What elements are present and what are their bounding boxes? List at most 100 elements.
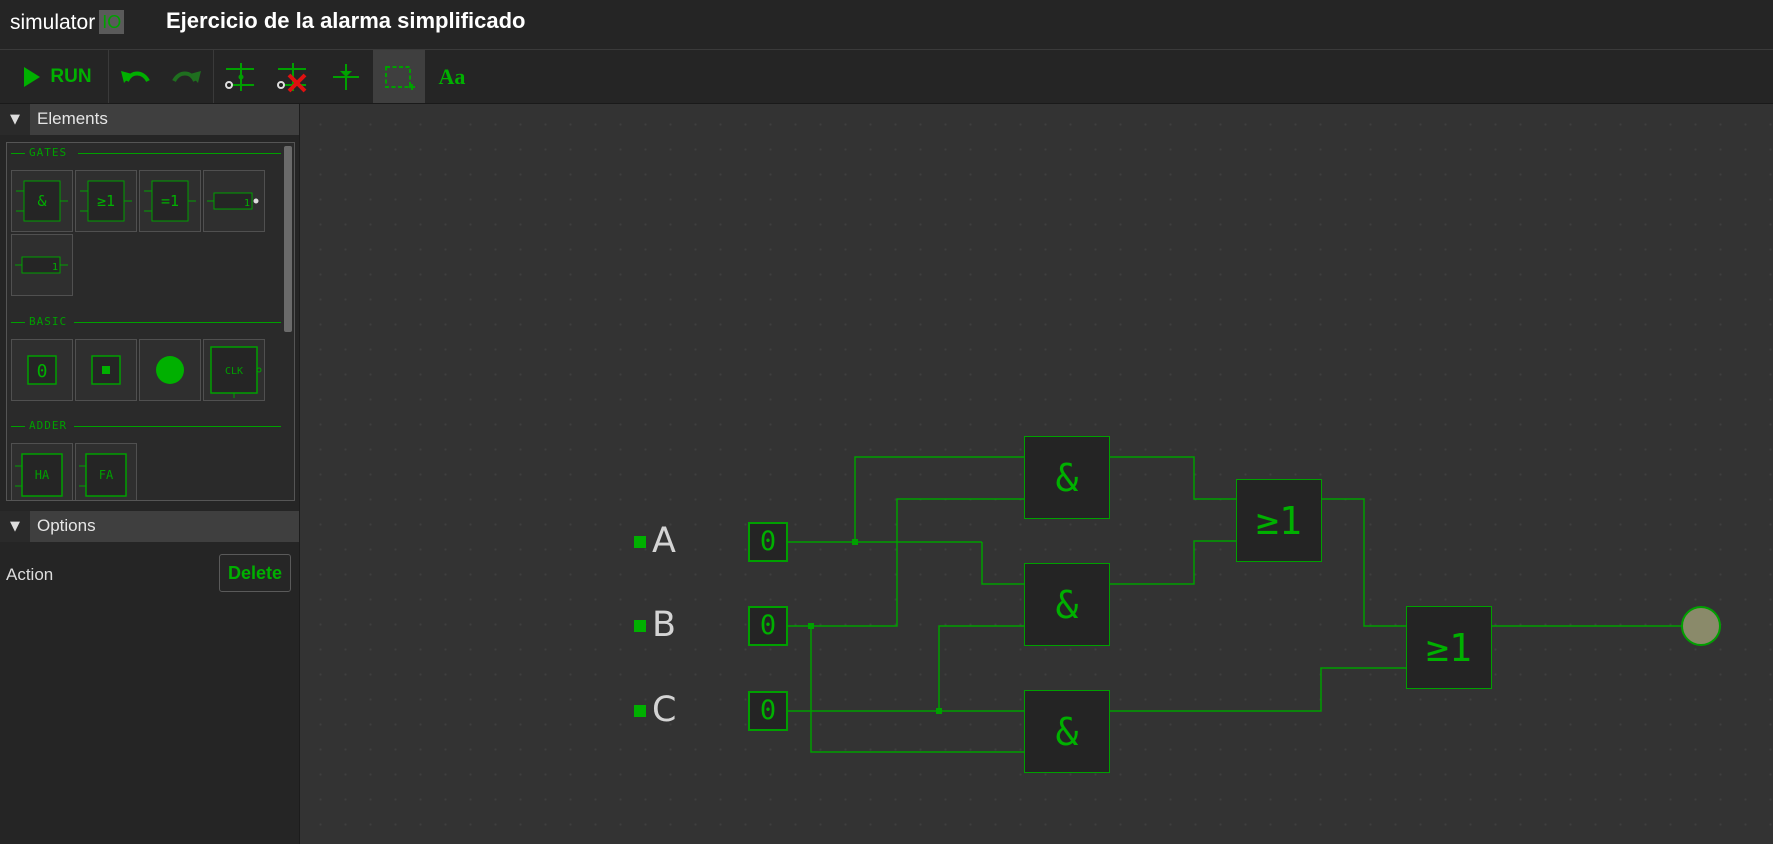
run-label: RUN <box>50 65 92 87</box>
tile-label: 0 <box>37 361 48 382</box>
palette-button[interactable] <box>75 339 137 401</box>
input-connector-a[interactable] <box>634 536 646 548</box>
section-gates-label: GATES <box>29 146 68 159</box>
redo-button[interactable] <box>162 50 212 103</box>
push-button-icon <box>91 355 121 385</box>
junction-dot <box>936 708 942 714</box>
wire-and1-or1[interactable] <box>1110 456 1236 500</box>
text-button[interactable]: Aa <box>427 50 477 103</box>
or-gate-1[interactable]: ≥1 <box>1236 479 1322 562</box>
section-basic-label: BASIC <box>29 315 68 328</box>
title-bar: simulator IO Ejercicio de la alarma simpl… <box>0 0 1773 50</box>
palette-and-gate[interactable]: & <box>11 170 73 232</box>
clock-icon: CLK <box>210 346 262 398</box>
elements-panel-header[interactable]: ▼ Elements <box>0 104 299 135</box>
tile-label: 1 <box>244 198 250 209</box>
not-gate-icon: 1 <box>207 192 259 210</box>
palette-not-gate[interactable]: 1 <box>203 170 265 232</box>
wire-b-and1[interactable] <box>788 498 1024 627</box>
wire-b-and3[interactable] <box>810 626 1024 753</box>
wire-junction-button[interactable] <box>321 50 371 103</box>
collapse-icon[interactable]: ▼ <box>0 104 30 135</box>
options-title: Options <box>37 516 96 535</box>
palette-buffer-gate[interactable]: 1 <box>11 234 73 296</box>
junction-dot <box>808 623 814 629</box>
palette-clock[interactable]: CLK <box>203 339 265 401</box>
palette-xor-gate[interactable]: =1 <box>139 170 201 232</box>
junction-icon <box>333 63 359 90</box>
undo-icon <box>121 70 150 83</box>
wire-and3-or2[interactable] <box>1110 667 1406 712</box>
input-label-a[interactable]: A <box>652 521 676 561</box>
brand-name: simulator <box>10 11 96 34</box>
switch-c[interactable]: 0 <box>748 691 788 731</box>
full-adder-icon: FA <box>79 453 127 497</box>
play-icon <box>24 66 41 87</box>
circuit-canvas[interactable]: A B C 0 0 0 & & & ≥1 ≥1 <box>300 104 1773 844</box>
or-gate-2[interactable]: ≥1 <box>1406 606 1492 689</box>
app-logo[interactable]: simulator IO <box>10 10 125 35</box>
redo-icon <box>172 70 201 83</box>
buffer-gate-icon: 1 <box>15 256 68 274</box>
wire-or1-or2[interactable] <box>1322 498 1406 627</box>
tile-label: 1 <box>52 262 58 273</box>
delete-button[interactable]: Delete <box>219 554 291 592</box>
project-title[interactable]: Ejercicio de la alarma simplificado <box>166 8 526 34</box>
section-basic: BASIC <box>11 315 281 329</box>
junction-dot <box>852 539 858 545</box>
collapse-icon[interactable]: ▼ <box>0 511 30 542</box>
and-gate-icon: & <box>16 180 68 222</box>
wire-delete-icon <box>277 62 307 92</box>
toolbar: RUN Aa <box>0 50 1773 104</box>
switch-a[interactable]: 0 <box>748 522 788 562</box>
tile-label: =1 <box>161 192 179 210</box>
selection-icon <box>385 65 415 90</box>
palette-full-adder[interactable]: FA <box>75 443 137 500</box>
and-gate-2[interactable]: & <box>1024 563 1110 646</box>
wire-add-icon <box>225 62 254 91</box>
input-label-b[interactable]: B <box>652 605 676 645</box>
wire-c-and2[interactable] <box>938 625 1024 711</box>
options-panel-header[interactable]: ▼ Options <box>0 511 299 542</box>
switch-b[interactable]: 0 <box>748 606 788 646</box>
input-connector-c[interactable] <box>634 705 646 717</box>
toolbar-separator <box>108 50 109 103</box>
xor-gate-icon: =1 <box>144 180 196 222</box>
and-gate-1[interactable]: & <box>1024 436 1110 519</box>
section-gates: GATES <box>11 146 281 160</box>
output-lamp[interactable] <box>1681 606 1721 646</box>
input-connector-b[interactable] <box>634 620 646 632</box>
and-gate-3[interactable]: & <box>1024 690 1110 773</box>
half-adder-icon: HA <box>15 453 63 497</box>
wire-a-and2[interactable] <box>981 542 1024 585</box>
add-connection-button[interactable] <box>215 50 265 103</box>
palette-scrollbar[interactable] <box>284 146 292 332</box>
tile-label: ≥1 <box>97 192 115 210</box>
tile-label: CLK <box>225 366 243 377</box>
palette-switch[interactable]: 0 <box>11 339 73 401</box>
action-label: Action <box>6 565 54 584</box>
brand-badge: IO <box>99 10 125 34</box>
elements-palette: GATES & ≥1 =1 1 1 BASIC 0 CLK ADDER HA F… <box>6 142 295 501</box>
or-gate-icon: ≥1 <box>80 180 132 222</box>
tile-label: HA <box>35 468 50 482</box>
wire-and2-or1[interactable] <box>1110 540 1236 585</box>
input-label-c[interactable]: C <box>652 690 676 730</box>
sidebar: ▼ Elements GATES & ≥1 =1 1 1 BASIC 0 CLK… <box>0 104 300 844</box>
palette-half-adder[interactable]: HA <box>11 443 73 500</box>
tile-label: FA <box>99 468 114 482</box>
elements-title: Elements <box>37 109 108 128</box>
run-button[interactable]: RUN <box>8 50 106 103</box>
section-adder-label: ADDER <box>29 419 68 432</box>
palette-or-gate[interactable]: ≥1 <box>75 170 137 232</box>
palette-lamp[interactable] <box>139 339 201 401</box>
undo-button[interactable] <box>110 50 160 103</box>
section-adder: ADDER <box>11 419 281 433</box>
switch-icon: 0 <box>27 355 57 385</box>
lamp-icon <box>156 356 184 384</box>
delete-connection-button[interactable] <box>267 50 317 103</box>
select-area-button[interactable] <box>373 50 425 103</box>
toolbar-separator <box>213 50 214 103</box>
text-icon: Aa <box>438 63 466 89</box>
tile-label: & <box>37 192 46 210</box>
